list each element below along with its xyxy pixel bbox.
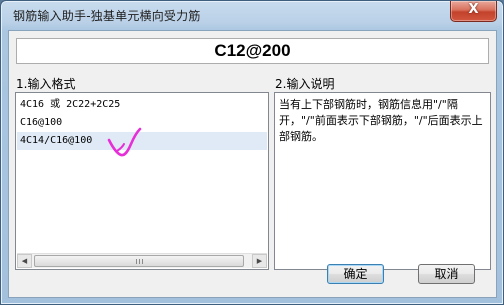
grip-line (136, 259, 137, 264)
ok-button[interactable]: 确定 (327, 264, 384, 284)
checkmark-scribble-icon (107, 127, 142, 157)
format-label: 1.输入格式 (16, 77, 76, 91)
dialog-window: 钢筋输入助手-独基单元横向受力筋 X C12@200 1.输入格式 2.输入说明… (0, 0, 504, 305)
close-icon: X (468, 2, 479, 17)
result-value: C12@200 (214, 41, 291, 60)
description-panel: 当有上下部钢筋时，钢筋信息用"/"隔开，"/"前面表示下部钢筋，"/"后面表示上… (274, 92, 491, 270)
horizontal-scrollbar[interactable]: ◀ ▶ (17, 253, 267, 268)
dialog-body: C12@200 1.输入格式 2.输入说明 4C16 或 2C22+2C25 C… (8, 30, 497, 298)
window-title: 钢筋输入助手-独基单元横向受力筋 (13, 9, 201, 23)
scroll-right-button[interactable]: ▶ (252, 254, 267, 268)
scroll-left-button[interactable]: ◀ (17, 254, 32, 268)
close-button[interactable]: X (450, 1, 497, 22)
grip-line (139, 259, 140, 264)
list-item[interactable]: 4C16 或 2C22+2C25 (17, 96, 267, 114)
arrow-left-icon: ◀ (21, 257, 28, 265)
description-label: 2.输入说明 (275, 77, 335, 91)
cancel-button[interactable]: 取消 (418, 264, 475, 284)
scroll-thumb[interactable] (34, 255, 244, 267)
format-list[interactable]: 4C16 或 2C22+2C25 C16@100 4C14/C16@100 ◀ … (15, 92, 269, 270)
arrow-right-icon: ▶ (256, 257, 263, 265)
result-field[interactable]: C12@200 (16, 38, 489, 64)
description-text: 当有上下部钢筋时，钢筋信息用"/"隔开，"/"前面表示下部钢筋，"/"后面表示上… (279, 98, 483, 143)
title-bar[interactable]: 钢筋输入助手-独基单元横向受力筋 X (1, 1, 503, 29)
grip-line (142, 259, 143, 264)
